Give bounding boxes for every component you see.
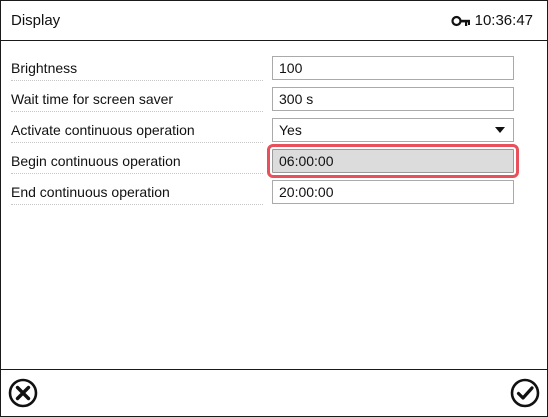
- end-continuous-field[interactable]: 20:00:00: [272, 180, 514, 204]
- screen-saver-wait-field[interactable]: 300 s: [272, 87, 514, 111]
- row-activate-continuous: Activate continuous operation Yes: [1, 115, 547, 146]
- begin-continuous-field[interactable]: 06:00:00: [267, 144, 519, 178]
- check-circle-icon[interactable]: [509, 377, 541, 409]
- page-title: Display: [11, 12, 61, 29]
- brightness-field[interactable]: 100: [272, 56, 514, 80]
- brightness-label: Brightness: [11, 56, 263, 81]
- activate-continuous-select[interactable]: Yes: [272, 118, 514, 142]
- activate-continuous-value: Yes: [279, 122, 302, 138]
- activate-continuous-label: Activate continuous operation: [11, 118, 263, 143]
- header-bar: Display 10:36:47: [1, 1, 547, 41]
- status-area: 10:36:47: [451, 12, 533, 29]
- display-settings-screen: Display 10:36:47 Brightness 100 Wait tim…: [0, 0, 548, 417]
- row-screen-saver-wait: Wait time for screen saver 300 s: [1, 84, 547, 115]
- close-circle-icon[interactable]: [7, 377, 39, 409]
- footer-bar: [1, 369, 547, 416]
- key-icon: [451, 15, 470, 26]
- row-begin-continuous: Begin continuous operation 06:00:00: [1, 144, 547, 178]
- clock-time: 10:36:47: [474, 12, 533, 29]
- row-end-continuous: End continuous operation 20:00:00: [1, 177, 547, 208]
- row-brightness: Brightness 100: [1, 53, 547, 84]
- settings-list: Brightness 100 Wait time for screen save…: [1, 53, 547, 208]
- dropdown-arrow-icon: [495, 127, 505, 133]
- end-continuous-label: End continuous operation: [11, 180, 263, 205]
- begin-continuous-label: Begin continuous operation: [11, 149, 263, 174]
- screen-saver-wait-label: Wait time for screen saver: [11, 87, 263, 112]
